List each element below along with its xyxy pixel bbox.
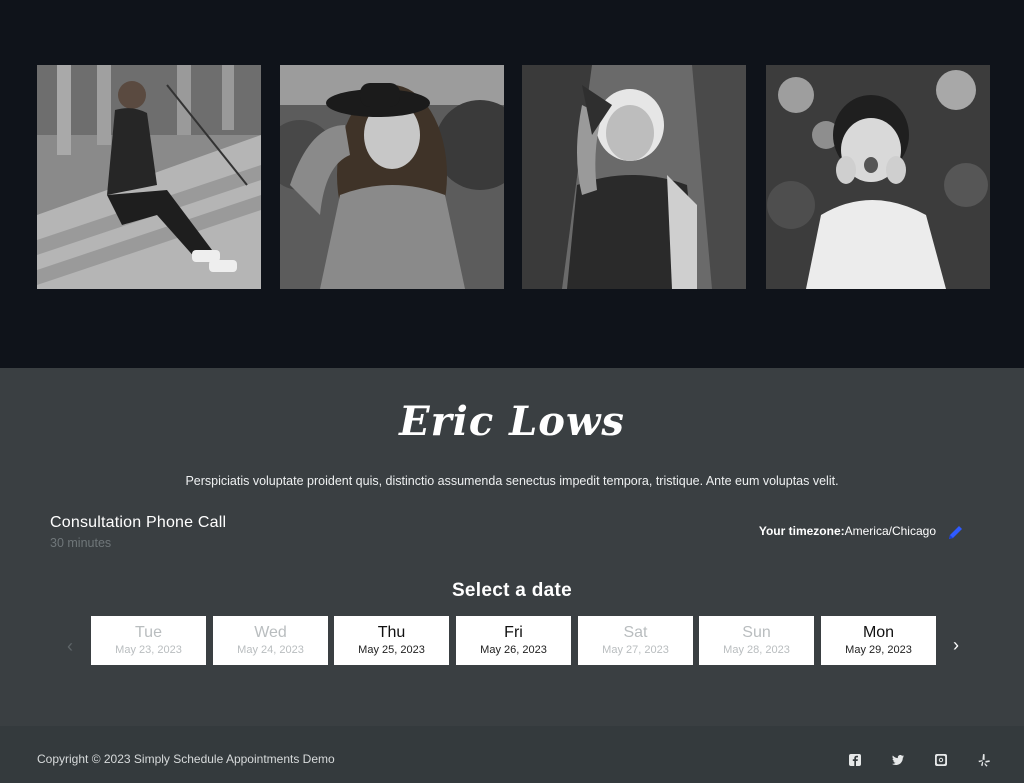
date-card-fri[interactable]: Fri May 26, 2023 [456,616,571,665]
business-tagline: Perspiciatis voluptate proident quis, di… [185,474,839,488]
date-card-tue[interactable]: Tue May 23, 2023 [91,616,206,665]
twitter-icon [892,755,904,765]
copyright-text: Copyright © 2023 Simply Schedule Appoint… [37,752,335,766]
gallery-photo-elderly-woman [522,65,746,289]
service-duration: 30 minutes [50,536,112,550]
service-title: Consultation Phone Call [50,514,227,531]
gallery-photo-child-in-flowers [766,65,990,289]
date-card-sun[interactable]: Sun May 28, 2023 [699,616,814,665]
instagram-link[interactable] [934,753,948,767]
photo-gallery [0,0,1024,368]
pencil-icon [949,526,962,539]
date-card-date: May 29, 2023 [845,644,912,656]
brand-logo: Eric Lows [399,398,625,445]
date-card-day: Wed [254,624,287,641]
date-card-wed[interactable]: Wed May 24, 2023 [213,616,328,665]
photo-child-in-flowers-image [766,65,990,289]
date-card-date: May 24, 2023 [237,644,304,656]
date-card-date: May 27, 2023 [602,644,669,656]
date-card-date: May 28, 2023 [723,644,790,656]
photo-woman-with-hat-image [280,65,504,289]
date-card-day: Sun [742,624,771,641]
site-footer: Copyright © 2023 Simply Schedule Appoint… [0,726,1024,783]
date-card-day: Thu [377,624,406,641]
photo-man-on-steps-image [37,65,261,289]
gallery-photo-man-on-steps [37,65,261,289]
yelp-link[interactable] [977,753,991,767]
date-card-day: Mon [862,624,895,641]
prev-dates-button[interactable]: ‹ [62,636,78,656]
date-card-sat[interactable]: Sat May 27, 2023 [578,616,693,665]
date-card-date: May 25, 2023 [358,644,425,656]
date-card-thu[interactable]: Thu May 25, 2023 [334,616,449,665]
date-card-day: Fri [504,624,523,641]
facebook-icon [849,754,861,766]
chevron-left-icon: ‹ [67,636,73,656]
date-card-date: May 26, 2023 [480,644,547,656]
timezone-value: America/Chicago [844,524,936,538]
select-date-heading: Select a date [451,580,573,601]
edit-timezone-button[interactable] [946,522,966,542]
facebook-link[interactable] [848,753,862,767]
photo-elderly-woman-image [522,65,746,289]
booking-section: Eric Lows Perspiciatis voluptate proiden… [0,368,1024,726]
timezone-label: Your timezone: [758,524,845,538]
date-card-day: Sat [623,624,648,641]
yelp-icon [978,754,990,767]
date-card-mon[interactable]: Mon May 29, 2023 [821,616,936,665]
date-card-day: Tue [135,624,162,641]
next-dates-button[interactable]: › [948,635,964,655]
gallery-photo-woman-with-hat [280,65,504,289]
twitter-link[interactable] [891,753,905,767]
instagram-icon [935,754,947,766]
date-card-date: May 23, 2023 [115,644,182,656]
timezone-display: Your timezone:America/Chicago [759,524,936,538]
chevron-right-icon: › [953,635,959,655]
